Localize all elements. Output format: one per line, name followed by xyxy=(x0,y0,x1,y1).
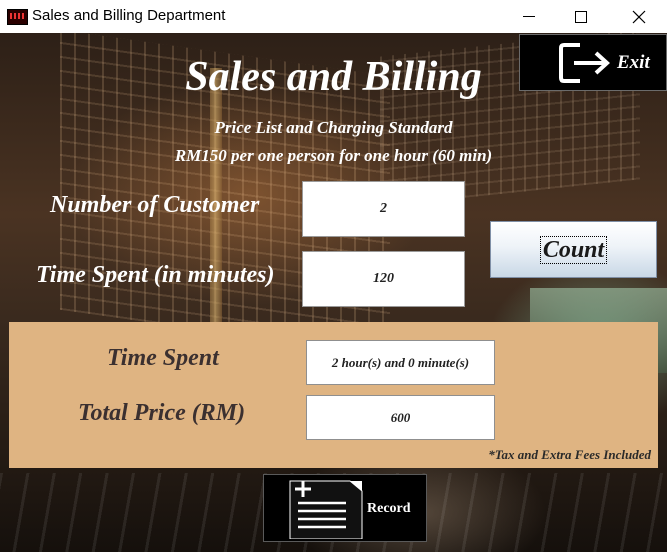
count-button[interactable]: Count xyxy=(490,221,657,278)
minimize-icon xyxy=(523,16,535,17)
maximize-icon xyxy=(575,10,587,23)
time-spent-label: Time Spent xyxy=(107,345,219,371)
results-panel: Time Spent 2 hour(s) and 0 minute(s) Tot… xyxy=(9,322,658,468)
title-bar: Sales and Billing Department xyxy=(0,0,667,33)
minutes-label: Time Spent (in minutes) xyxy=(36,262,275,288)
rate-text: RM150 per one person for one hour (60 mi… xyxy=(174,146,493,164)
record-label: Record xyxy=(367,501,411,516)
total-price-output[interactable]: 600 xyxy=(306,395,495,440)
customers-label: Number of Customer xyxy=(50,192,260,218)
tax-note: *Tax and Extra Fees Included xyxy=(488,447,651,462)
record-button[interactable]: Record xyxy=(263,474,427,542)
count-label: Count xyxy=(539,235,608,264)
minutes-input[interactable]: 120 xyxy=(302,251,465,307)
price-list-heading: Price List and Charging Standard xyxy=(214,118,453,137)
window-title: Sales and Billing Department xyxy=(32,7,226,24)
total-price-label: Total Price (RM) xyxy=(78,400,246,426)
customers-input[interactable]: 2 xyxy=(302,181,465,237)
page-title: Sales and Billing xyxy=(185,54,482,100)
maximize-button[interactable] xyxy=(558,0,604,33)
record-list-icon xyxy=(289,480,363,539)
minimize-button[interactable] xyxy=(506,0,552,33)
close-button[interactable] xyxy=(616,0,662,33)
close-icon xyxy=(632,10,646,23)
time-spent-output[interactable]: 2 hour(s) and 0 minute(s) xyxy=(306,340,495,385)
app-icon xyxy=(7,9,28,25)
